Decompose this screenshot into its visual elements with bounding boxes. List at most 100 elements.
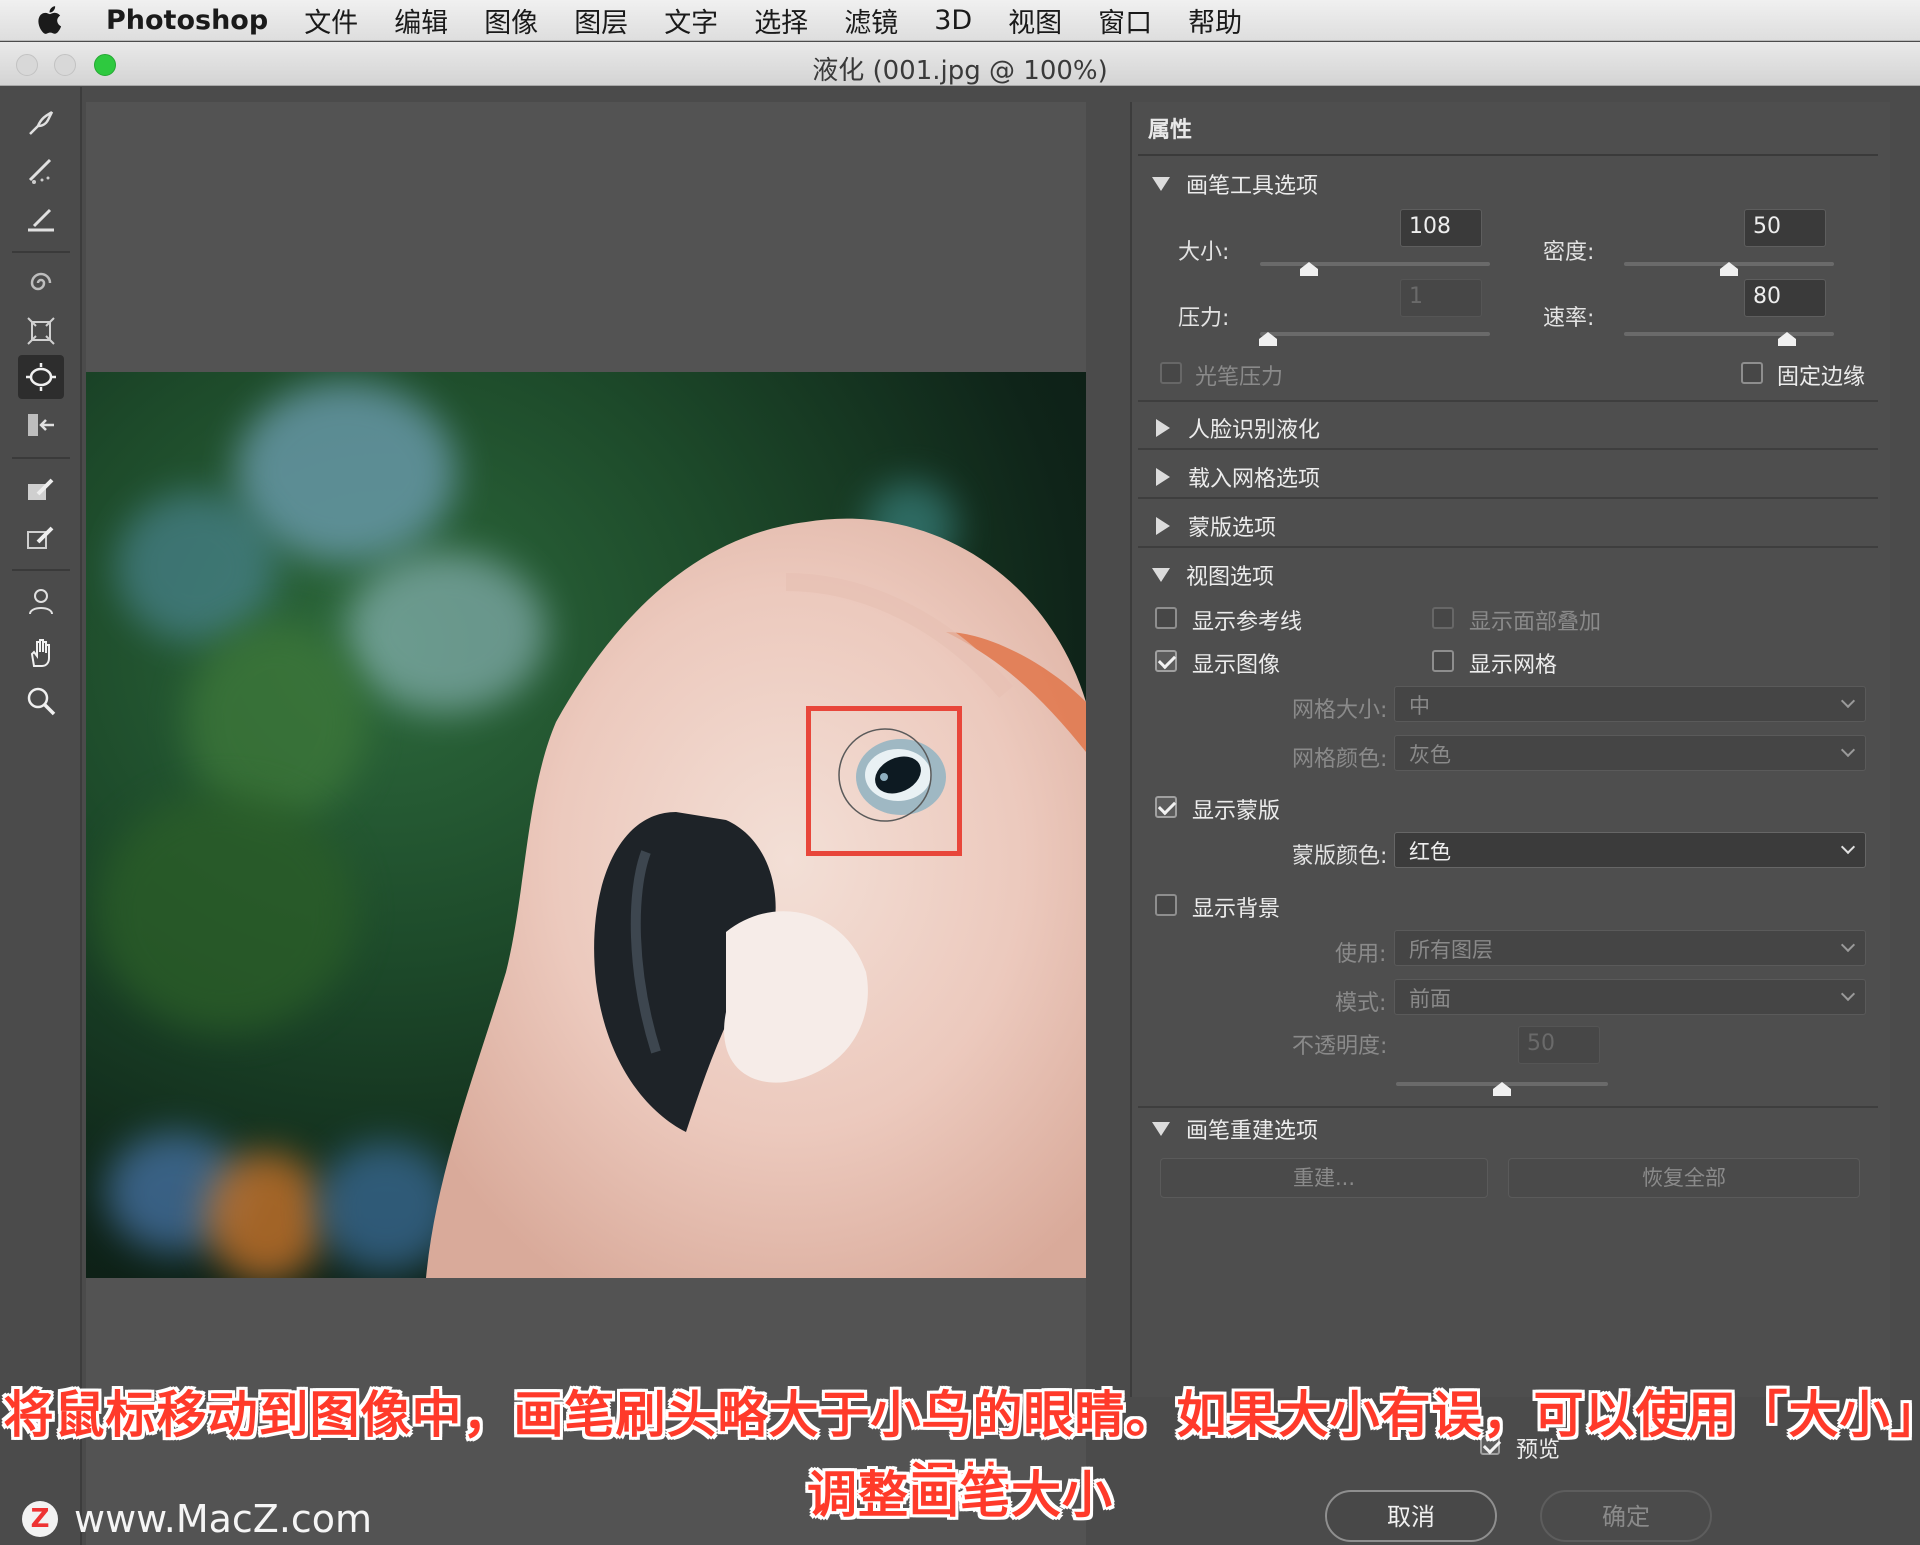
rate-label: 速率: — [1543, 306, 1595, 331]
show-mask-label: 显示蒙版 — [1192, 799, 1281, 824]
watermark: Z www.MacZ.com — [22, 1497, 372, 1541]
menu-window[interactable]: 窗口 — [1098, 1, 1152, 40]
section-title: 蒙版选项 — [1188, 516, 1277, 541]
show-mesh-checkbox[interactable] — [1432, 650, 1454, 672]
chevron-down-icon — [1840, 693, 1856, 709]
freeze-mask-icon[interactable] — [18, 467, 64, 511]
show-guides-label: 显示参考线 — [1192, 610, 1303, 635]
opacity-label: 不透明度: — [1292, 1034, 1388, 1059]
menu-bar: Photoshop 文件 编辑 图像 图层 文字 选择 滤镜 3D 视图 窗口 … — [0, 0, 1920, 41]
thaw-mask-icon[interactable] — [18, 515, 64, 559]
density-label: 密度: — [1543, 240, 1595, 265]
panel-title: 属性 — [1148, 118, 1193, 143]
size-input[interactable]: 108 — [1400, 209, 1482, 247]
menu-layer[interactable]: 图层 — [574, 1, 628, 40]
collapse-triangle-icon — [1152, 568, 1170, 582]
menu-file[interactable]: 文件 — [304, 1, 358, 40]
menu-edit[interactable]: 编辑 — [394, 1, 448, 40]
section-reconstruct-options[interactable]: 画笔重建选项 — [1152, 1113, 1318, 1145]
bloat-icon[interactable] — [18, 355, 64, 399]
section-view-options[interactable]: 视图选项 — [1152, 559, 1274, 591]
mask-color-select[interactable]: 红色 — [1394, 832, 1866, 868]
zoom-icon[interactable] — [18, 679, 64, 723]
show-mask-checkbox[interactable] — [1155, 796, 1177, 818]
mesh-color-label: 网格颜色: — [1292, 747, 1388, 772]
menu-view[interactable]: 视图 — [1008, 1, 1062, 40]
smooth-icon[interactable] — [18, 197, 64, 241]
macz-logo-icon: Z — [22, 1501, 58, 1537]
pressure-label: 压力: — [1178, 306, 1230, 331]
section-title: 载入网格选项 — [1188, 467, 1321, 492]
pin-edges-label: 固定边缘 — [1777, 365, 1866, 390]
section-title: 画笔工具选项 — [1186, 174, 1319, 199]
reconstruct-icon[interactable] — [18, 149, 64, 193]
mask-color-value: 红色 — [1409, 840, 1451, 864]
push-left-icon[interactable] — [18, 403, 64, 447]
eye-highlight-box — [806, 706, 962, 856]
size-label: 大小: — [1178, 240, 1230, 265]
section-title: 视图选项 — [1186, 565, 1275, 590]
stylus-pressure-label: 光笔压力 — [1195, 365, 1284, 390]
mesh-size-select[interactable]: 中 — [1394, 686, 1866, 722]
liquify-toolbar — [0, 87, 82, 1545]
collapse-triangle-icon — [1152, 1122, 1170, 1136]
watermark-text: www.MacZ.com — [74, 1497, 373, 1541]
menu-image[interactable]: 图像 — [484, 1, 538, 40]
use-label: 使用: — [1335, 942, 1387, 967]
density-input[interactable]: 50 — [1744, 209, 1826, 247]
reconstruct-button[interactable]: 重建... — [1160, 1158, 1488, 1198]
show-face-overlay-checkbox[interactable] — [1432, 607, 1454, 629]
show-mesh-label: 显示网格 — [1469, 653, 1558, 678]
show-image-label: 显示图像 — [1192, 653, 1281, 678]
mesh-color-select[interactable]: 灰色 — [1394, 735, 1866, 771]
mode-label: 模式: — [1335, 991, 1387, 1016]
restore-all-button[interactable]: 恢复全部 — [1508, 1158, 1860, 1198]
section-title: 画笔重建选项 — [1186, 1119, 1319, 1144]
section-title: 人脸识别液化 — [1188, 418, 1321, 443]
menu-app-name[interactable]: Photoshop — [106, 5, 268, 36]
section-load-mesh[interactable]: 载入网格选项 — [1152, 461, 1320, 493]
use-value: 所有图层 — [1409, 938, 1493, 962]
mode-select[interactable]: 前面 — [1394, 979, 1866, 1015]
menu-filter[interactable]: 滤镜 — [844, 1, 898, 40]
pucker-icon[interactable] — [18, 309, 64, 353]
window-title: 液化 (001.jpg @ 100%) — [812, 56, 1108, 86]
chevron-down-icon — [1840, 839, 1856, 855]
rate-input[interactable]: 80 — [1744, 279, 1826, 317]
rate-slider[interactable] — [1624, 332, 1834, 336]
pin-edges-checkbox[interactable] — [1741, 362, 1763, 384]
mesh-color-value: 灰色 — [1409, 743, 1451, 767]
section-mask-options[interactable]: 蒙版选项 — [1152, 510, 1276, 542]
forward-warp-icon[interactable] — [18, 101, 64, 145]
pressure-slider[interactable] — [1260, 332, 1490, 336]
twirl-icon[interactable] — [18, 261, 64, 305]
size-slider[interactable] — [1260, 262, 1490, 266]
stylus-pressure-checkbox[interactable] — [1160, 362, 1182, 384]
collapse-triangle-icon — [1152, 177, 1170, 191]
show-image-checkbox[interactable] — [1155, 650, 1177, 672]
chevron-down-icon — [1840, 937, 1856, 953]
show-face-overlay-label: 显示面部叠加 — [1469, 610, 1602, 635]
section-brush-options[interactable]: 画笔工具选项 — [1152, 168, 1318, 200]
expand-triangle-icon — [1156, 419, 1170, 437]
menu-select[interactable]: 选择 — [754, 1, 808, 40]
opacity-input[interactable]: 50 — [1518, 1026, 1600, 1064]
face-tool-icon[interactable] — [18, 579, 64, 623]
chevron-down-icon — [1840, 986, 1856, 1002]
section-face-aware[interactable]: 人脸识别液化 — [1152, 412, 1320, 444]
expand-triangle-icon — [1156, 468, 1170, 486]
use-select[interactable]: 所有图层 — [1394, 930, 1866, 966]
menu-type[interactable]: 文字 — [664, 1, 718, 40]
show-guides-checkbox[interactable] — [1155, 607, 1177, 629]
mesh-size-value: 中 — [1409, 694, 1430, 718]
menu-help[interactable]: 帮助 — [1188, 1, 1242, 40]
mode-value: 前面 — [1409, 987, 1451, 1011]
chevron-down-icon — [1840, 742, 1856, 758]
pressure-input[interactable]: 1 — [1400, 279, 1482, 317]
show-backdrop-label: 显示背景 — [1192, 897, 1281, 922]
menu-3d[interactable]: 3D — [934, 5, 972, 36]
hand-icon[interactable] — [18, 631, 64, 675]
apple-icon[interactable] — [36, 5, 76, 35]
show-backdrop-checkbox[interactable] — [1155, 894, 1177, 916]
expand-triangle-icon — [1156, 517, 1170, 535]
